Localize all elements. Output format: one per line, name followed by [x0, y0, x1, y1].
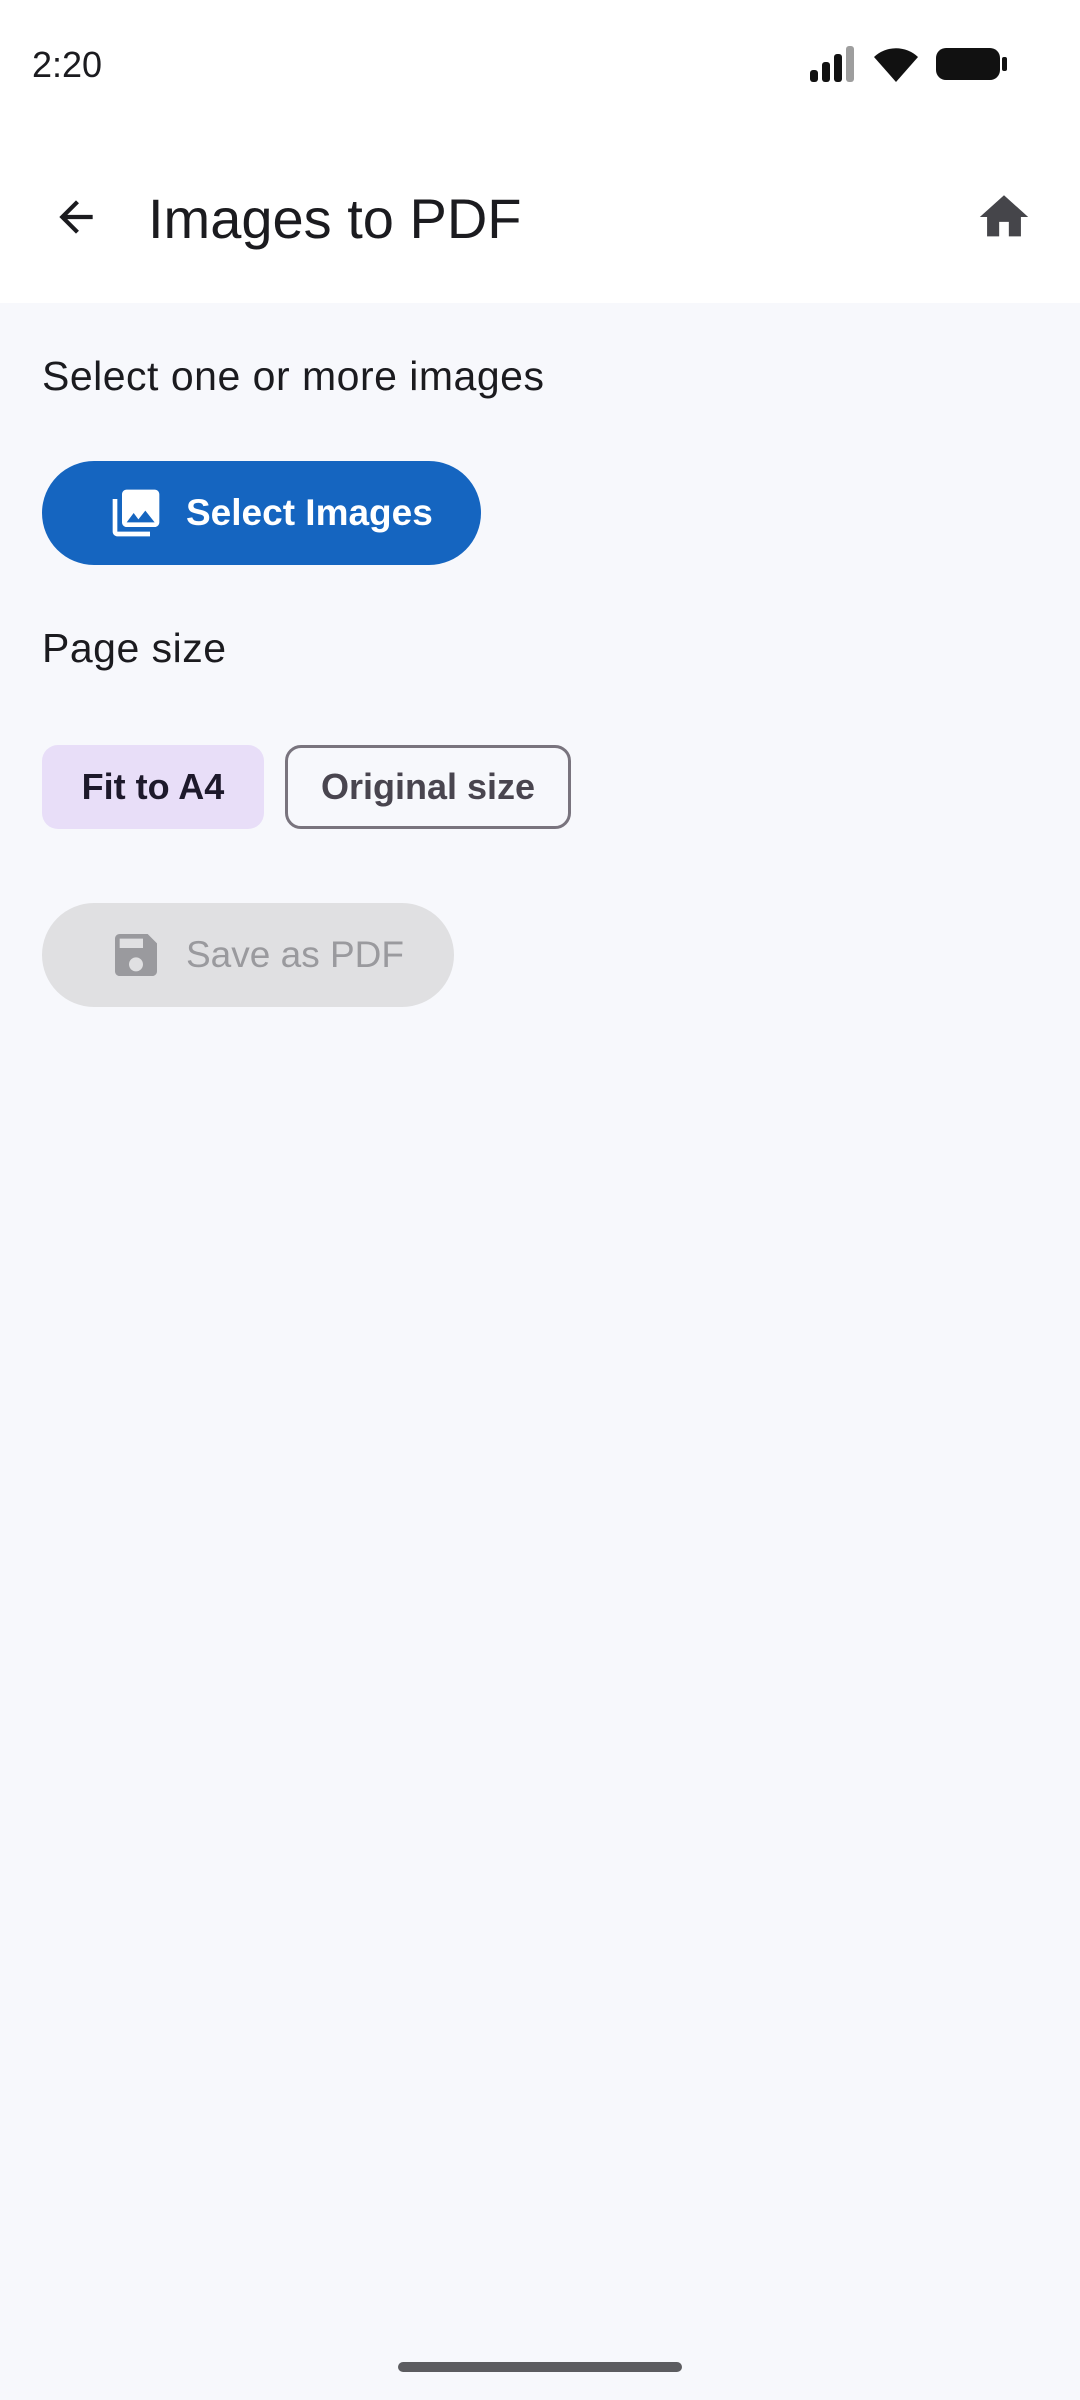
battery-icon	[936, 46, 1008, 87]
save-as-pdf-button[interactable]: Save as PDF	[42, 903, 454, 1007]
save-as-pdf-label: Save as PDF	[186, 934, 404, 975]
status-bar: 2:20	[0, 0, 1080, 135]
page-title: Images to PDF	[148, 187, 522, 250]
wifi-icon	[874, 46, 918, 87]
chip-fit-to-a4-label: Fit to A4	[81, 766, 225, 807]
back-button[interactable]	[36, 179, 116, 259]
select-images-prompt: Select one or more images	[42, 353, 545, 399]
top-app-bar: Images to PDF	[0, 135, 1080, 303]
status-icons	[810, 46, 1008, 87]
chip-original-size[interactable]: Original size	[285, 745, 571, 829]
save-icon	[108, 927, 164, 983]
arrow-back-icon	[51, 192, 101, 247]
signal-icon	[810, 46, 856, 87]
status-time: 2:20	[32, 44, 103, 85]
home-icon	[975, 188, 1033, 251]
photo-library-icon	[108, 485, 164, 541]
select-images-label: Select Images	[186, 492, 433, 533]
page-size-label: Page size	[42, 625, 227, 671]
select-images-button[interactable]: Select Images	[42, 461, 481, 565]
chip-fit-to-a4[interactable]: Fit to A4	[42, 745, 264, 829]
home-button[interactable]	[964, 179, 1044, 259]
home-indicator[interactable]	[398, 2362, 682, 2372]
chip-original-size-label: Original size	[320, 766, 536, 807]
